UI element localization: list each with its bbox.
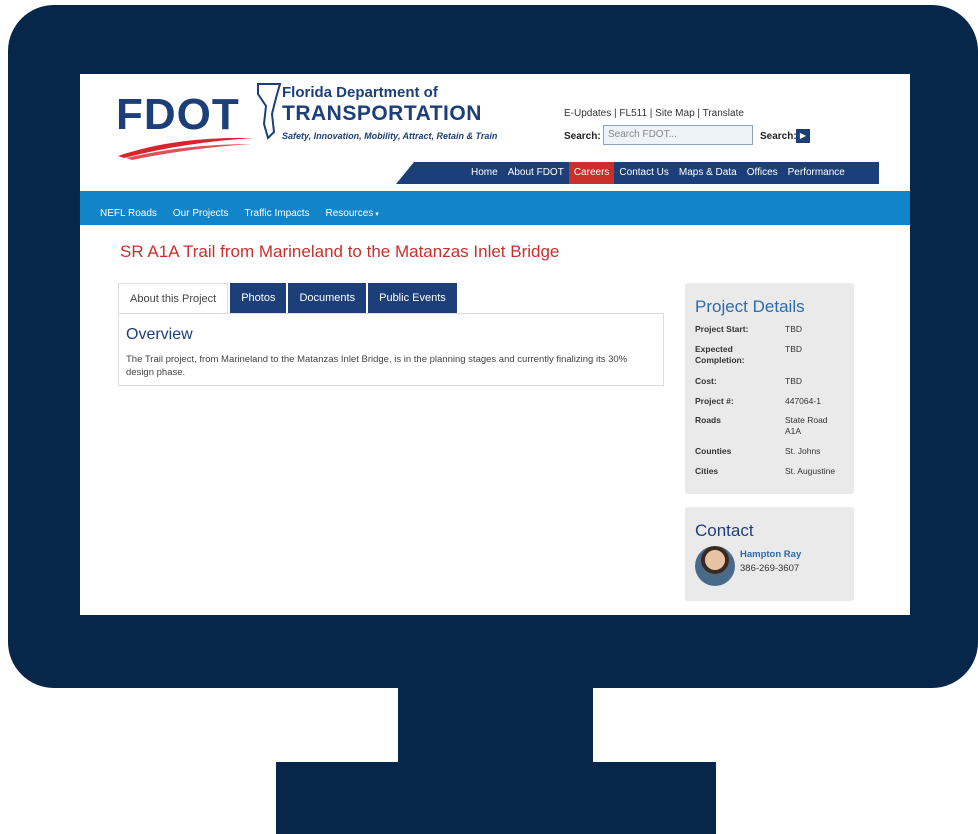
overview-text: The Trail project, from Marineland to th…: [126, 354, 628, 378]
chevron-down-icon: ▾: [373, 211, 379, 218]
contact-phone: 386-269-3607: [740, 563, 800, 574]
logo-swoosh-icon: [118, 137, 254, 160]
tab-about-this-project[interactable]: About this Project: [118, 283, 229, 314]
tab-documents[interactable]: Documents: [288, 283, 367, 314]
detail-key: Project Start:: [695, 324, 749, 334]
subnav-nefl-roads[interactable]: NEFL Roads: [100, 191, 157, 225]
florida-state-outline-icon: [257, 83, 282, 140]
fdot-logo-text: FDOT: [116, 90, 240, 139]
sub-nav: NEFL Roads Our Projects Traffic Impacts …: [100, 191, 395, 225]
contact-name-link[interactable]: Hampton Ray: [740, 549, 801, 560]
tab-photos[interactable]: Photos: [230, 283, 287, 314]
browser-screen: FDOT Florida Department of TRANSPORTATIO…: [80, 74, 910, 615]
page-title: SR A1A Trail from Marineland to the Mata…: [120, 242, 560, 261]
overview-heading: Overview: [126, 326, 193, 343]
top-nav: Home About FDOT Careers Contact Us Maps …: [466, 162, 850, 184]
fdot-logo[interactable]: FDOT Florida Department of TRANSPORTATIO…: [116, 80, 536, 160]
detail-value: TBD: [785, 324, 802, 334]
subnav-traffic-impacts[interactable]: Traffic Impacts: [244, 191, 309, 225]
utility-links[interactable]: E-Updates | FL511 | Site Map | Translate: [564, 108, 744, 119]
nav-contact-us[interactable]: Contact Us: [614, 162, 673, 184]
contact-heading: Contact: [695, 521, 754, 540]
subnav-our-projects[interactable]: Our Projects: [173, 191, 229, 225]
search-input[interactable]: Search FDOT...: [603, 125, 753, 145]
detail-value: St. Johns: [785, 446, 821, 456]
nav-maps-data[interactable]: Maps & Data: [674, 162, 742, 184]
logo-line-2: TRANSPORTATION: [282, 102, 482, 125]
nav-about-fdot[interactable]: About FDOT: [503, 162, 569, 184]
detail-key: Roads: [695, 415, 721, 425]
detail-value: 447064-1: [785, 396, 821, 406]
subnav-resources[interactable]: Resources ▾: [325, 191, 378, 225]
nav-offices[interactable]: Offices: [742, 162, 783, 184]
detail-value: State Road A1A: [785, 415, 828, 436]
detail-value: TBD: [785, 376, 802, 386]
project-details-panel: Project Details Project Start: TBD Expec…: [685, 283, 854, 494]
detail-key: Expected Completion:: [695, 344, 745, 365]
nav-home[interactable]: Home: [466, 162, 503, 184]
detail-value: St. Augustine: [785, 466, 836, 476]
search-button-label: Search:: [760, 131, 797, 142]
search-label: Search:: [564, 131, 601, 142]
contact-panel: Contact Hampton Ray 386-269-3607: [685, 507, 854, 601]
monitor-stand-base: [276, 762, 716, 834]
project-tabs: About this Project Photos Documents Publ…: [118, 283, 459, 314]
logo-tagline: Safety, Innovation, Mobility, Attract, R…: [282, 131, 498, 141]
detail-key: Project #:: [695, 396, 734, 406]
nav-performance[interactable]: Performance: [783, 162, 850, 184]
detail-key: Cities: [695, 466, 719, 476]
detail-key: Counties: [695, 446, 732, 456]
project-details-heading: Project Details: [695, 297, 805, 316]
search-go-icon[interactable]: ▶: [796, 129, 810, 143]
detail-key: Cost:: [695, 376, 717, 386]
avatar: [695, 546, 735, 586]
monitor-stand-neck: [398, 686, 593, 766]
logo-line-1: Florida Department of: [282, 84, 438, 101]
tab-public-events[interactable]: Public Events: [368, 283, 457, 314]
nav-careers[interactable]: Careers: [568, 162, 615, 184]
tab-panel-about: Overview The Trail project, from Marinel…: [118, 313, 664, 386]
detail-value: TBD: [785, 344, 802, 354]
subnav-resources-label: Resources: [325, 208, 374, 219]
